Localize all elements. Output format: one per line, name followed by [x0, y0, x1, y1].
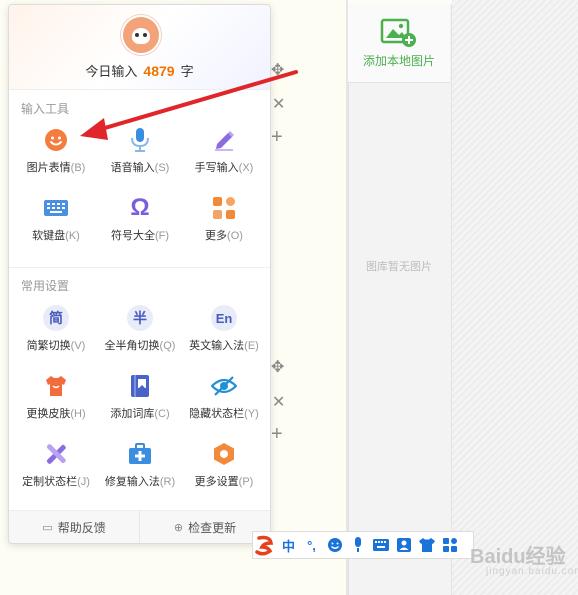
omega-icon: Ω — [130, 194, 150, 221]
medical-kit-icon — [127, 441, 153, 467]
microphone-icon[interactable] — [346, 533, 369, 557]
tool-label: 软键盘(K) — [32, 230, 80, 242]
keyboard-icon — [43, 195, 69, 221]
setting-label: 定制状态栏(J) — [22, 476, 90, 488]
setting-label: 全半角切换(Q) — [104, 340, 176, 352]
avatar-face — [132, 28, 150, 44]
menu-header: 今日输入 4879 字 — [9, 5, 270, 90]
apps-grid-icon — [211, 195, 237, 221]
add-local-image-label: 添加本地图片 — [362, 53, 435, 68]
check-update-label: 检查更新 — [188, 520, 237, 535]
hex-gear-icon — [211, 441, 237, 467]
tool-label: 语音输入(S) — [110, 162, 170, 174]
tool-label: 手写输入(X) — [194, 162, 254, 174]
close-icon-2[interactable]: ✕ — [272, 395, 285, 411]
setting-label: 隐藏状态栏(Y) — [189, 408, 259, 420]
today-count-value: 4879 — [143, 63, 175, 79]
section-divider — [9, 267, 270, 268]
tool-label: 符号大全(F) — [110, 230, 170, 242]
setting-label: 更多设置(P) — [194, 476, 254, 488]
tool-voice-input[interactable]: 语音输入(S) — [97, 123, 183, 181]
section-title-settings: 常用设置 — [21, 279, 70, 293]
chat-bubble-icon: ▭ — [42, 521, 53, 534]
setting-label: 英文输入法(E) — [189, 340, 259, 352]
setting-label: 添加词库(C) — [110, 408, 170, 420]
tool-handwriting[interactable]: 手写输入(X) — [181, 123, 267, 181]
keyboard-icon[interactable] — [369, 533, 392, 557]
setting-simplified-traditional[interactable]: 简 简繁切换(V) — [13, 301, 99, 359]
pen-icon — [211, 127, 237, 153]
help-feedback-button[interactable]: ▭ 帮助反馈 — [9, 511, 139, 543]
move-icon-2[interactable]: ✥ — [271, 360, 284, 376]
simplified-badge-icon: 简 — [43, 305, 69, 331]
tool-image-emoji[interactable]: 图片表情(B) — [13, 123, 99, 181]
plus-icon-2[interactable]: + — [271, 424, 283, 444]
image-library-panel — [348, 4, 452, 595]
add-local-image-button[interactable]: 添加本地图片 — [348, 4, 450, 83]
setting-hide-statusbar[interactable]: 隐藏状态栏(Y) — [181, 369, 267, 427]
plus-icon[interactable]: + — [271, 127, 283, 147]
user-account-icon[interactable] — [392, 533, 415, 557]
emoji-icon[interactable] — [323, 533, 346, 557]
tool-more[interactable]: 更多(O) — [181, 191, 267, 249]
check-update-button[interactable]: ⊕ 检查更新 — [139, 511, 270, 543]
eye-hidden-icon — [211, 373, 237, 399]
setting-label: 更换皮肤(H) — [26, 408, 86, 420]
setting-label: 修复输入法(R) — [104, 476, 176, 488]
tool-label: 图片表情(B) — [26, 162, 86, 174]
setting-change-skin[interactable]: 更换皮肤(H) — [13, 369, 99, 427]
punctuation-toggle[interactable]: °, — [300, 533, 323, 557]
close-icon[interactable]: ✕ — [272, 97, 285, 113]
emoji-face-icon — [43, 127, 69, 153]
tool-symbols[interactable]: Ω 符号大全(F) — [97, 191, 183, 249]
book-icon — [127, 373, 153, 399]
english-badge-icon: En — [211, 305, 237, 331]
today-input-count: 今日输入 4879 字 — [9, 61, 270, 80]
shirt-icon — [43, 373, 69, 399]
avatar[interactable] — [121, 15, 161, 55]
tool-soft-keyboard[interactable]: 软键盘(K) — [13, 191, 99, 249]
today-suffix: 字 — [180, 64, 194, 79]
chinese-mode-toggle[interactable]: 中 — [277, 533, 300, 557]
empty-library-text: 图库暂无图片 — [366, 261, 432, 273]
menu-footer: ▭ 帮助反馈 ⊕ 检查更新 — [9, 510, 270, 543]
watermark: Baidu经验 — [470, 546, 566, 568]
avatar-eye — [135, 33, 139, 37]
setting-customize-statusbar[interactable]: 定制状态栏(J) — [13, 437, 99, 495]
microphone-icon — [127, 127, 153, 153]
tool-label: 更多(O) — [205, 230, 243, 242]
setting-label: 简繁切换(V) — [26, 340, 86, 352]
section-title-tools: 输入工具 — [21, 102, 70, 116]
setting-add-dictionary[interactable]: 添加词库(C) — [97, 369, 183, 427]
half-width-badge-icon: 半 — [127, 305, 153, 331]
setting-more-settings[interactable]: 更多设置(P) — [181, 437, 267, 495]
setting-repair-input[interactable]: 修复输入法(R) — [97, 437, 183, 495]
help-feedback-label: 帮助反馈 — [57, 520, 106, 535]
setting-full-half-width[interactable]: 半 全半角切换(Q) — [97, 301, 183, 359]
shirt-icon[interactable] — [415, 533, 438, 557]
sogou-logo-icon[interactable] — [253, 533, 277, 557]
textured-background — [452, 0, 578, 595]
tools-icon — [43, 441, 69, 467]
move-icon[interactable]: ✥ — [271, 63, 284, 79]
add-image-icon — [380, 18, 416, 47]
upload-circle-icon: ⊕ — [173, 521, 184, 534]
ime-status-bar: 中 °, — [252, 531, 474, 559]
input-method-menu: 今日输入 4879 字 输入工具 图片表情(B) 语音输入(S) 手写输入(X) 软… — [8, 4, 271, 544]
toolbox-grid-icon[interactable] — [438, 533, 461, 557]
today-prefix: 今日输入 — [85, 64, 138, 79]
setting-english-input[interactable]: En 英文输入法(E) — [181, 301, 267, 359]
watermark-url: jingyan.baidu.com — [486, 566, 578, 577]
avatar-eye — [143, 33, 147, 37]
